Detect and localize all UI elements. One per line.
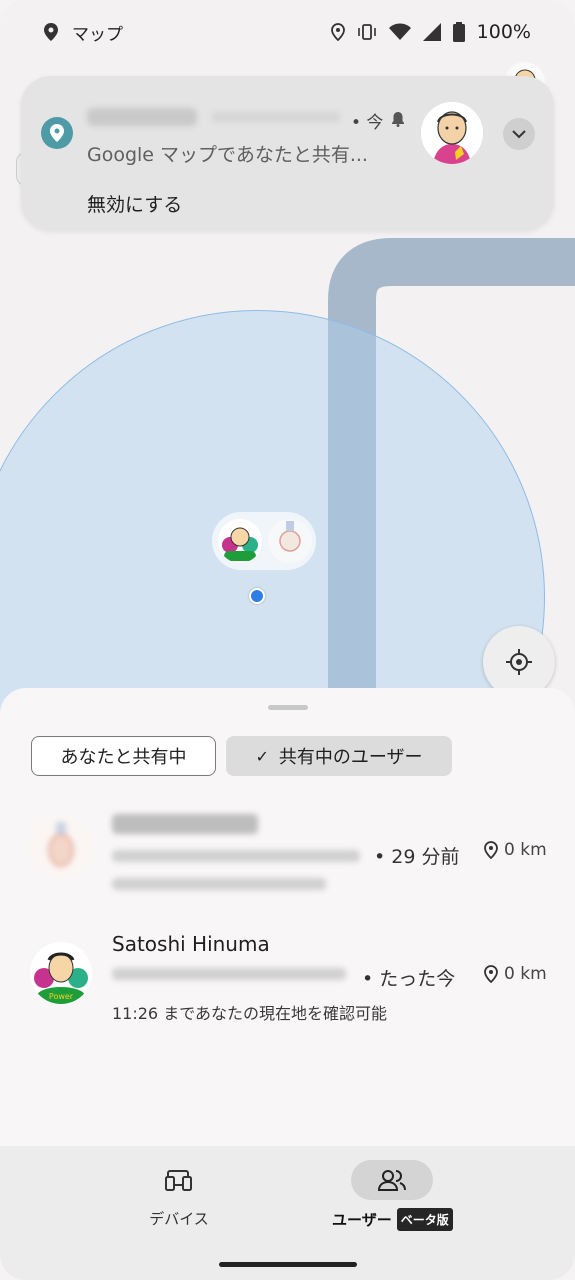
- nav-devices-pill: [138, 1160, 220, 1200]
- nav-devices-label: デバイス: [149, 1210, 209, 1228]
- nav-users[interactable]: ユーザー ベータ版: [332, 1160, 453, 1231]
- nav-users-label-row: ユーザー ベータ版: [332, 1208, 453, 1231]
- crosshair-icon: [506, 649, 532, 675]
- bottom-navigation: デバイス ユーザー ベータ版: [0, 1146, 575, 1280]
- chip-sharing-users[interactable]: ✓ 共有中のユーザー: [226, 736, 452, 776]
- signal-icon: [422, 23, 441, 41]
- list-item-person-1[interactable]: • 29 分前 0 km: [0, 798, 575, 908]
- chevron-down-icon: [512, 130, 526, 139]
- maps-app-icon: [41, 117, 73, 149]
- notification-sender-photo: [421, 102, 483, 164]
- nav-devices[interactable]: デバイス: [138, 1160, 220, 1229]
- person-1-distance-value: 0 km: [504, 840, 547, 860]
- beta-badge: ベータ版: [396, 1208, 453, 1231]
- person-2-distance-value: 0 km: [504, 964, 547, 984]
- location-pin-outline-icon: [484, 965, 498, 983]
- svg-text:Power: Power: [49, 992, 74, 1001]
- disable-sharing-action[interactable]: 無効にする: [87, 190, 182, 217]
- people-icon: [378, 1170, 407, 1191]
- vibrate-icon: [357, 24, 376, 40]
- chip-sharing-users-label: 共有中のユーザー: [278, 747, 423, 768]
- notification-title-blurred: [87, 108, 197, 126]
- person-2-avatar: Power: [30, 942, 92, 1004]
- check-icon: ✓: [255, 746, 269, 766]
- person-2-address-blurred: [112, 968, 346, 980]
- wifi-icon: [388, 23, 411, 40]
- chip-shared-with-you[interactable]: あなたと共有中: [31, 736, 216, 776]
- nav-users-label: ユーザー: [332, 1211, 392, 1229]
- people-bottom-sheet[interactable]: あなたと共有中 ✓ 共有中のユーザー • 29 分前 0 km Power Sa…: [0, 688, 575, 1148]
- person-2-distance: 0 km: [484, 964, 547, 984]
- cluster-avatar-satoshi: [218, 519, 262, 563]
- location-pin-outline-icon: [484, 841, 498, 859]
- person-1-avatar: [30, 816, 92, 878]
- list-item-person-2[interactable]: Power Satoshi Hinuma • たった今 0 km 11:26 ま…: [0, 920, 575, 1030]
- notification-time: • 今: [351, 113, 384, 133]
- person-1-distance: 0 km: [484, 840, 547, 860]
- notification-subtitle-blurred: [211, 112, 341, 122]
- person-1-address2-blurred: [112, 878, 326, 890]
- screen: マップ 100% • 今 Google マップであなたと共有... 無効にする …: [0, 0, 575, 1280]
- my-location-dot: [249, 588, 265, 604]
- devices-icon: [165, 1170, 192, 1191]
- map-avatar-cluster[interactable]: [212, 512, 316, 570]
- status-bar: マップ 100%: [0, 0, 575, 64]
- gesture-bar[interactable]: [219, 1262, 357, 1267]
- chip-shared-with-you-label: あなたと共有中: [60, 747, 187, 768]
- battery-icon: [452, 22, 465, 42]
- person-1-address-blurred: [112, 850, 360, 862]
- sheet-drag-handle[interactable]: [268, 705, 308, 710]
- person-1-updated: • 29 分前: [374, 846, 460, 868]
- notification-message: Google マップであなたと共有...: [87, 144, 368, 166]
- battery-level: 100%: [476, 21, 531, 43]
- location-active-icon: [330, 23, 345, 41]
- bell-icon: [392, 112, 404, 127]
- person-2-sharing-until: 11:26 まであなたの現在地を確認可能: [112, 1004, 388, 1023]
- notification-expand-button[interactable]: [503, 118, 535, 150]
- sharing-notification[interactable]: • 今 Google マップであなたと共有... 無効にする: [21, 76, 554, 230]
- person-2-name: Satoshi Hinuma: [112, 932, 270, 956]
- person-1-name-blurred: [112, 814, 258, 834]
- status-app-name: マップ: [72, 24, 123, 45]
- location-pin-icon: [44, 23, 58, 41]
- nav-users-pill: [351, 1160, 434, 1200]
- person-2-updated: • たった今: [362, 968, 456, 990]
- cluster-avatar-other: [268, 519, 312, 563]
